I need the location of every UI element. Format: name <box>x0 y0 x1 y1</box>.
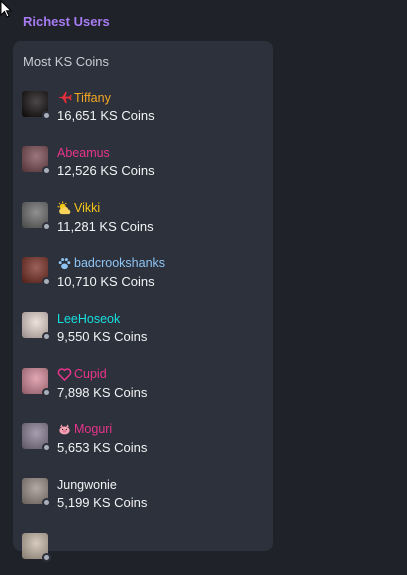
card-title: Most KS Coins <box>23 54 109 69</box>
richest-users-card: Most KS Coins Tiffany 16,651 KS Coins Abea… <box>13 41 273 563</box>
leaderboard-user-row[interactable]: Abeamus 12,526 KS Coins <box>22 144 267 188</box>
user-name-row: Cupid <box>57 366 107 383</box>
user-name[interactable]: Cupid <box>74 367 107 381</box>
user-name-row: Abeamus <box>57 144 110 161</box>
leaderboard-user-row[interactable]: badcrookshanks 10,710 KS Coins <box>22 255 267 299</box>
leaderboard-user-row[interactable]: Vikki 11,281 KS Coins <box>22 200 267 244</box>
user-coin-count: 16,651 KS Coins <box>57 108 155 123</box>
user-coin-count: 12,526 KS Coins <box>57 163 155 179</box>
heart-outline-icon <box>57 367 72 382</box>
leaderboard-user-row[interactable]: Tiffany 16,651 KS Coins <box>22 89 267 133</box>
avatar-status-badge <box>42 111 51 120</box>
user-name[interactable]: Abeamus <box>57 146 110 160</box>
pig-icon <box>57 422 72 437</box>
leaderboard-user-row[interactable] <box>22 531 267 575</box>
user-coin-count: 5,653 KS Coins <box>57 439 148 455</box>
section-title: Richest Users <box>23 14 110 29</box>
avatar-status-badge <box>42 442 51 452</box>
user-name[interactable]: LeeHoseok <box>57 312 120 326</box>
user-name-row: badcrookshanks <box>57 255 165 272</box>
avatar-status-badge <box>42 221 51 231</box>
user-coin-count: 5,199 KS Coins <box>57 495 148 511</box>
mouse-pointer-icon <box>0 0 13 18</box>
user-name-row: Moguri <box>57 421 112 438</box>
user-coin-count: 10,710 KS Coins <box>57 273 155 289</box>
leaderboard-user-row[interactable]: Cupid 7,898 KS Coins <box>22 366 267 410</box>
user-name[interactable]: Jungwonie <box>57 478 117 492</box>
avatar-status-badge <box>42 166 51 176</box>
leaderboard-user-row[interactable]: Jungwonie 5,199 KS Coins <box>22 476 267 520</box>
user-name[interactable]: Tiffany <box>74 91 111 105</box>
avatar-status-badge <box>42 387 51 397</box>
user-coin-count: 9,550 KS Coins <box>57 329 148 345</box>
leaderboard-user-row[interactable]: Moguri 5,653 KS Coins <box>22 421 267 465</box>
leaderboard-user-row[interactable]: LeeHoseok 9,550 KS Coins <box>22 310 267 354</box>
user-coin-count: 11,281 KS Coins <box>57 218 154 234</box>
cloud-sun-icon <box>57 201 72 216</box>
user-name-row: Jungwonie <box>57 476 117 493</box>
user-name-row: LeeHoseok <box>57 310 120 327</box>
user-name[interactable]: Vikki <box>74 201 100 215</box>
avatar-status-badge <box>42 332 51 342</box>
airplane-icon <box>57 90 72 105</box>
user-name[interactable]: Moguri <box>74 422 112 436</box>
avatar-status-badge <box>42 276 51 286</box>
user-name-row: Vikki <box>57 200 100 217</box>
user-name[interactable]: badcrookshanks <box>74 256 165 270</box>
user-name-row: Tiffany <box>57 89 111 106</box>
avatar-status-badge <box>42 498 51 508</box>
avatar-status-badge <box>42 553 51 563</box>
user-coin-count: 7,898 KS Coins <box>57 384 148 400</box>
paw-icon <box>57 256 72 271</box>
